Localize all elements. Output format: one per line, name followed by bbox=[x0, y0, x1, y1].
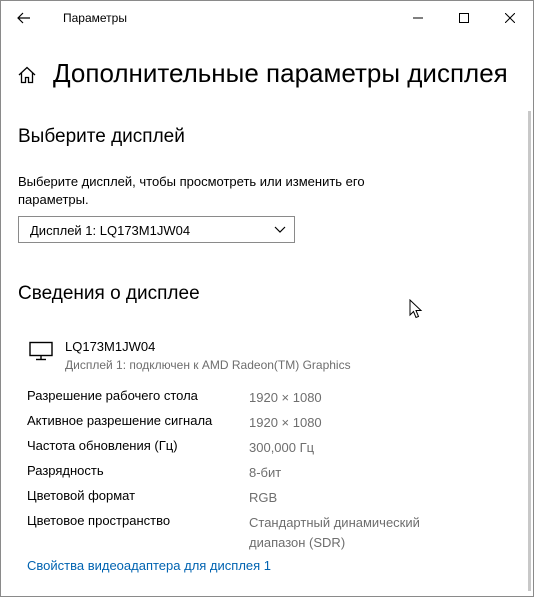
display-name: LQ173M1JW04 bbox=[65, 339, 156, 354]
info-label: Цветовой формат bbox=[27, 488, 136, 503]
back-arrow-icon bbox=[17, 12, 30, 24]
info-label: Цветовое пространство bbox=[27, 513, 171, 528]
info-label: Частота обновления (Гц) bbox=[27, 438, 178, 453]
info-label: Разрешение рабочего стола bbox=[27, 388, 198, 403]
info-value: 300,000 Гц bbox=[249, 440, 315, 455]
home-icon[interactable] bbox=[17, 65, 37, 85]
chevron-down-icon bbox=[274, 226, 286, 233]
info-label: Разрядность bbox=[27, 463, 104, 478]
select-display-prompt: Выберите дисплей, чтобы просмотреть или … bbox=[18, 174, 365, 207]
maximize-button[interactable] bbox=[441, 1, 487, 35]
display-info-heading: Сведения о дисплее bbox=[18, 283, 200, 304]
info-value: 1920 × 1080 bbox=[249, 390, 322, 405]
info-value: 1920 × 1080 bbox=[249, 415, 322, 430]
title-bar: Параметры bbox=[1, 1, 533, 35]
app-title: Параметры bbox=[63, 11, 127, 25]
minimize-button[interactable] bbox=[395, 1, 441, 35]
page-title: Дополнительные параметры дисплея bbox=[53, 58, 508, 88]
close-button[interactable] bbox=[487, 1, 533, 35]
select-display-heading: Выберите дисплей bbox=[18, 126, 185, 147]
minimize-icon bbox=[413, 17, 423, 19]
info-value: RGB bbox=[249, 490, 278, 505]
mouse-cursor-icon bbox=[409, 299, 423, 319]
close-icon bbox=[505, 13, 515, 23]
settings-window: Параметры Дополнительные параметры диспл… bbox=[0, 0, 534, 597]
info-label: Активное разрешение сигнала bbox=[27, 413, 213, 428]
display-select-dropdown[interactable]: Дисплей 1: LQ173M1JW04 bbox=[18, 216, 295, 243]
back-button[interactable] bbox=[13, 7, 35, 29]
info-value: 8-бит bbox=[249, 465, 282, 480]
maximize-icon bbox=[459, 13, 469, 23]
monitor-icon bbox=[29, 341, 53, 361]
scrollbar[interactable] bbox=[528, 111, 531, 591]
display-connection-subtitle: Дисплей 1: подключен к AMD Radeon(TM) Gr… bbox=[65, 358, 351, 372]
dropdown-selected-value: Дисплей 1: LQ173M1JW04 bbox=[30, 223, 191, 238]
display-adapter-properties-link[interactable]: Свойства видеоадаптера для дисплея 1 bbox=[27, 558, 271, 573]
info-value: Стандартный динамический диапазон (SDR) bbox=[249, 515, 420, 550]
